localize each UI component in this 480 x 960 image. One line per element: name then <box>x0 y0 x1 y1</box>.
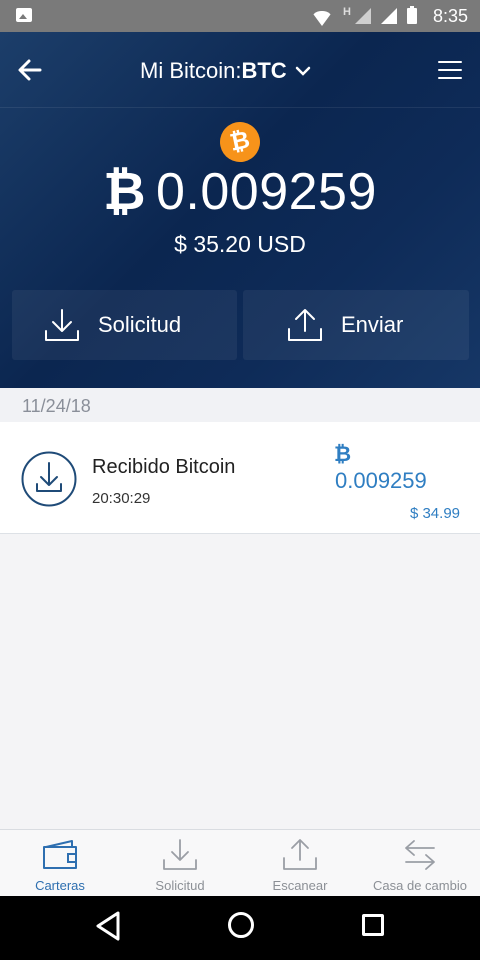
fiat-balance: $ 35.20 USD <box>174 231 306 257</box>
transaction-amount: 0.009259 <box>335 468 427 493</box>
clock: 8:35 <box>432 5 468 26</box>
nav-item-request[interactable]: Solicitud <box>120 830 240 896</box>
transaction-time: 20:30:29 <box>92 490 151 507</box>
transaction-fiat-amount: $ 34.99 <box>409 505 460 522</box>
system-back-icon[interactable] <box>94 910 122 942</box>
wallet-header: Mi Bitcoin: BTC ₿ ₿ 0.009259 $ 35.20 USD S… <box>0 32 480 388</box>
balance-currency-symbol: ₿ <box>103 163 146 221</box>
signal-icon <box>354 8 371 24</box>
wallet-title-currency: BTC <box>241 58 287 83</box>
download-icon <box>163 839 197 870</box>
send-button[interactable]: Enviar <box>243 290 469 360</box>
nav-item-exchange[interactable]: Casa de cambio <box>360 830 480 896</box>
signal-icon-2 <box>380 8 397 24</box>
status-bar: H 8:35 <box>0 0 480 32</box>
bottom-navigation: Carteras Solicitud Escanear Casa de camb… <box>0 829 480 896</box>
transaction-title: Recibido Bitcoin <box>92 456 236 478</box>
send-button-label: Enviar <box>341 312 404 337</box>
app-root: H 8:35 Mi Bitcoin: BTC ₿ ₿ 0.009259 $ 35… <box>0 0 480 960</box>
hamburger-menu-icon <box>438 61 462 79</box>
exchange-icon <box>405 840 435 870</box>
wallet-selector[interactable]: Mi Bitcoin: BTC <box>140 56 311 86</box>
wifi-icon <box>311 10 333 26</box>
nav-item-wallets[interactable]: Carteras <box>0 830 120 896</box>
nav-item-scan[interactable]: Escanear <box>240 830 360 896</box>
system-home-icon[interactable] <box>228 912 254 938</box>
network-type-label: H <box>343 6 351 18</box>
transaction-date-header: 11/24/18 <box>0 388 480 422</box>
upload-icon <box>288 309 322 341</box>
status-icons: H 8:35 <box>311 0 468 32</box>
received-icon <box>21 451 77 507</box>
nav-label-exchange: Casa de cambio <box>373 878 467 893</box>
nav-label-scan: Escanear <box>272 878 328 893</box>
menu-button[interactable] <box>436 56 464 84</box>
download-icon <box>45 309 79 341</box>
battery-icon <box>406 6 417 24</box>
crypto-balance: ₿ 0.009259 <box>0 162 480 222</box>
wallet-title-prefix: Mi Bitcoin: <box>140 58 242 83</box>
gallery-notification-icon <box>16 8 32 22</box>
balance-amount: 0.009259 <box>156 163 377 221</box>
top-app-bar: Mi Bitcoin: BTC <box>0 32 480 108</box>
transaction-currency-symbol: ₿ <box>334 443 352 466</box>
request-button[interactable]: Solicitud <box>12 290 237 360</box>
arrow-left-icon <box>18 59 42 81</box>
chevron-down-icon <box>295 66 310 76</box>
nav-label-request: Solicitud <box>155 878 205 893</box>
nav-label-wallets: Carteras <box>35 878 85 893</box>
wallet-icon <box>43 840 77 869</box>
request-button-label: Solicitud <box>98 312 182 337</box>
upload-icon <box>283 839 317 870</box>
transaction-row[interactable]: Recibido Bitcoin 20:30:29 ₿ 0.009259 $ 3… <box>0 422 480 534</box>
system-navigation-bar <box>0 896 480 960</box>
system-recents-icon[interactable] <box>362 914 384 936</box>
back-button[interactable] <box>12 52 48 88</box>
bitcoin-logo-icon: ₿ <box>216 118 264 166</box>
